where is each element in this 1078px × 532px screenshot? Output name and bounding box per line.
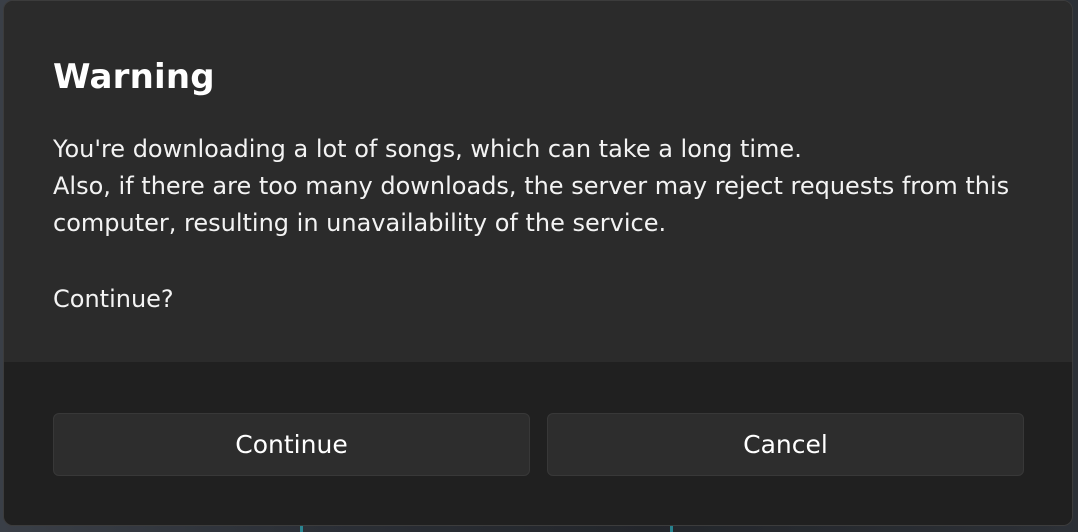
message-spacer (53, 242, 1043, 281)
message-line: computer, resulting in unavailability of… (53, 209, 667, 237)
continue-button[interactable]: Continue (53, 413, 530, 476)
message-line: Also, if there are too many downloads, t… (53, 172, 1010, 200)
dialog-button-bar: Continue Cancel (4, 362, 1072, 525)
dialog-title: Warning (53, 57, 215, 97)
dialog-question: Continue? (53, 285, 174, 313)
cancel-button[interactable]: Cancel (547, 413, 1024, 476)
dialog-content: Warning You're downloading a lot of song… (4, 1, 1072, 362)
dialog-message: You're downloading a lot of songs, which… (53, 131, 1043, 318)
message-line: You're downloading a lot of songs, which… (53, 135, 802, 163)
warning-dialog: Warning You're downloading a lot of song… (3, 0, 1073, 526)
